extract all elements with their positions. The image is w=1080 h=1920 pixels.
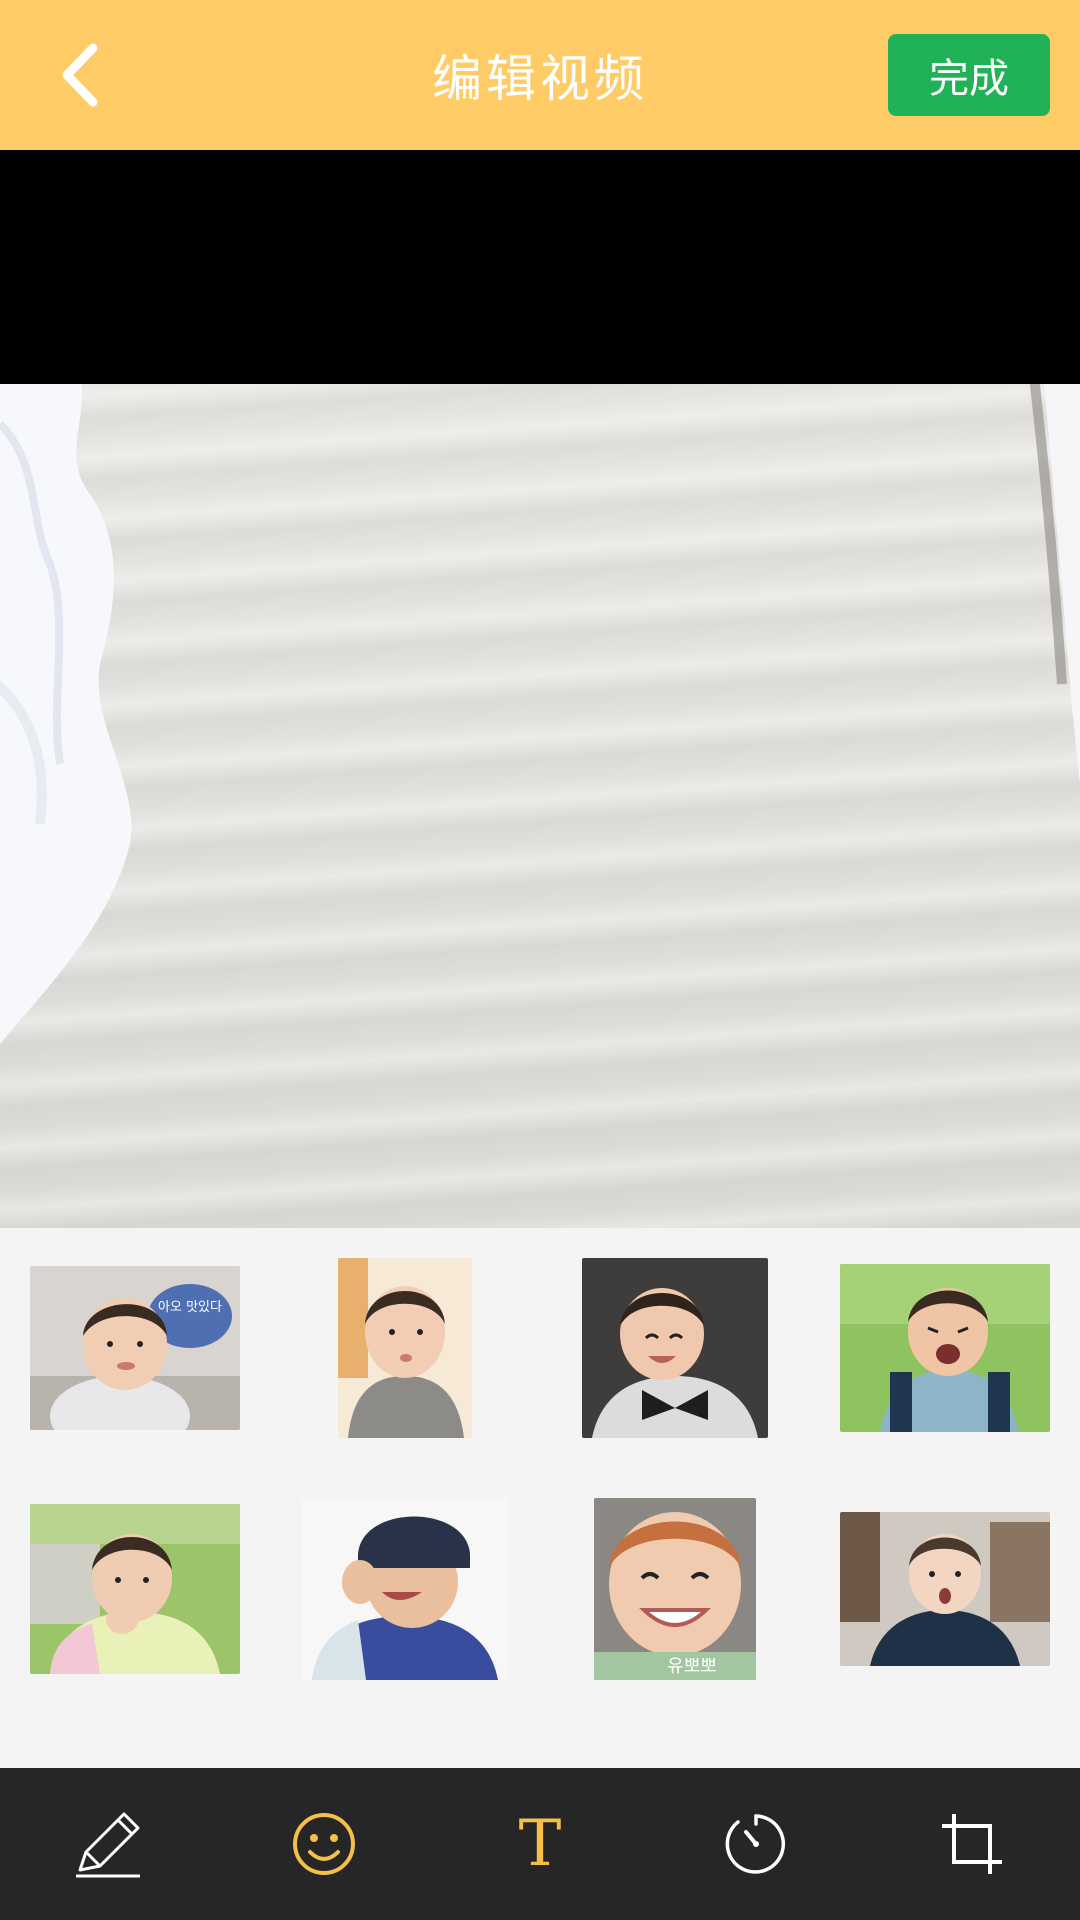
video-preview[interactable]	[0, 384, 1080, 1228]
top-bar: 编辑视频 完成	[0, 0, 1080, 150]
text-icon: T	[518, 1807, 562, 1881]
white-cloth-image	[0, 384, 132, 1044]
back-button[interactable]	[40, 35, 120, 115]
sticker-caption: 유뽀뽀	[667, 1656, 717, 1677]
sticker-baby-surprised[interactable]	[840, 1512, 1050, 1666]
tool-crop[interactable]	[912, 1784, 1032, 1904]
white-cloth-edge-image	[1029, 384, 1080, 784]
pencil-icon	[76, 1812, 140, 1878]
tool-timer[interactable]	[696, 1784, 816, 1904]
edit-toolbar: T	[0, 1768, 1080, 1920]
sticker-caption: 아오 맛있다	[158, 1300, 222, 1315]
sticker-baby-bowtie-smile[interactable]	[582, 1258, 768, 1438]
tool-text[interactable]: T	[480, 1784, 600, 1904]
sticker-baby-big-smile[interactable]: 유뽀뽀	[594, 1498, 756, 1680]
tool-pencil[interactable]	[48, 1784, 168, 1904]
sticker-baby-hat-laughing[interactable]	[302, 1498, 508, 1680]
done-button[interactable]: 完成	[888, 34, 1050, 116]
smiley-icon	[293, 1813, 355, 1875]
sticker-baby-crying-backpack[interactable]	[840, 1264, 1050, 1432]
crop-icon	[942, 1814, 1002, 1874]
sticker-baby-eating[interactable]	[338, 1258, 472, 1438]
chevron-left-icon	[62, 43, 98, 107]
tool-sticker[interactable]	[264, 1784, 384, 1904]
timer-icon	[725, 1814, 786, 1874]
video-letterbox	[0, 150, 1080, 384]
sticker-baby-speech-bubble[interactable]: 아오 맛있다	[30, 1266, 240, 1430]
sticker-baby-thinking-hanbok[interactable]	[30, 1504, 240, 1674]
sticker-panel: 아오 맛있다 유뽀뽀	[0, 1228, 1080, 1768]
